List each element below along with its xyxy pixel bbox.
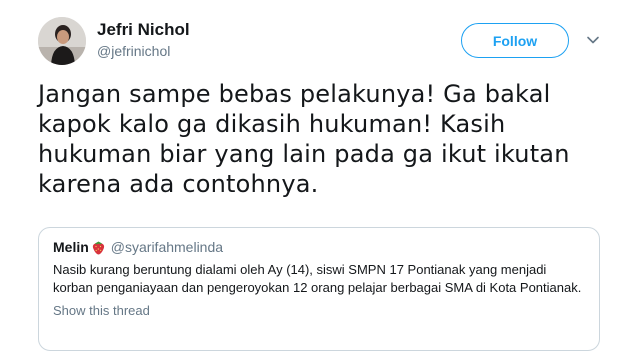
- follow-button[interactable]: Follow: [461, 23, 569, 58]
- chevron-down-icon[interactable]: [586, 33, 600, 47]
- strawberry-icon: [92, 241, 104, 255]
- tweet-text: Jangan sampe bebas pelakunya! Ga bakal k…: [38, 80, 570, 198]
- tweet-card: Jefri Nichol @jefrinichol Follow Jangan …: [0, 0, 640, 360]
- show-thread-link[interactable]: Show this thread: [53, 303, 585, 318]
- quoted-author-handle: @syarifahmelinda: [110, 239, 224, 255]
- quoted-author-name: Melin: [53, 239, 89, 255]
- author-avatar[interactable]: [38, 17, 86, 65]
- quoted-tweet[interactable]: Melin @syarifahmelinda Nasib kurang beru…: [38, 227, 600, 351]
- quoted-header: Melin @syarifahmelinda: [53, 238, 585, 256]
- quoted-text: Nasib kurang beruntung dialami oleh Ay (…: [53, 262, 582, 295]
- author-name[interactable]: Jefri Nichol: [97, 20, 190, 40]
- author-handle[interactable]: @jefrinichol: [97, 43, 170, 59]
